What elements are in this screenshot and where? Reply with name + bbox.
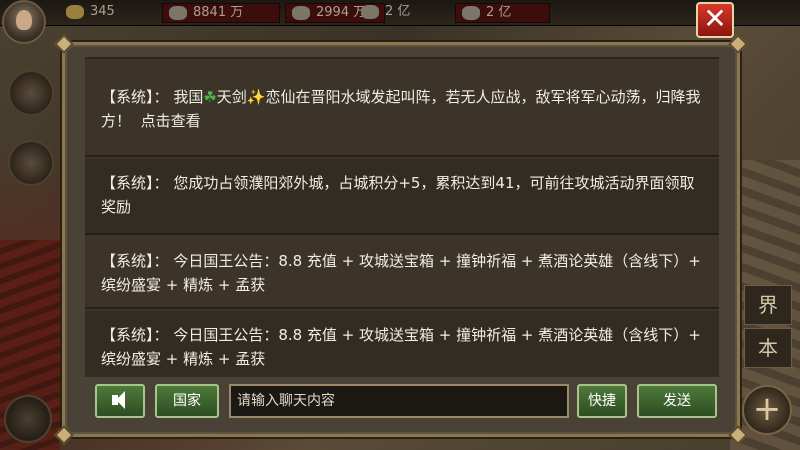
chat-message: 【系统】： 今日国王公告：8.8 充值 + 攻城送宝箱 + 撞钟祈福 + 煮酒论… [85, 237, 719, 309]
resource-troops: 2 亿 [455, 3, 550, 23]
chat-message-list[interactable]: 【系统】： 我国☘天剑✨恋仙在晋阳水域发起叫阵，若无人应战，敌军将军心动荡，归降… [85, 57, 719, 377]
plus-button[interactable]: + [742, 385, 792, 435]
resource-silver: 8841 万 [162, 3, 280, 23]
player-name: 天剑 [216, 88, 247, 106]
clover-icon: ☘ [203, 88, 217, 106]
troops-icon [462, 6, 480, 20]
resource-wood: 2 亿 [355, 3, 435, 23]
food-icon [292, 6, 310, 20]
message-separator: ： [153, 174, 169, 192]
silver-icon [169, 6, 187, 20]
close-button[interactable]: ✕ [696, 2, 734, 38]
chat-message: 【系统】： 我国☘天剑✨恋仙在晋阳水域发起叫阵，若无人应战，敌军将军心动荡，归降… [85, 73, 719, 157]
right-tag-ben[interactable]: 本 [744, 328, 792, 368]
message-text: 我国 [173, 88, 204, 106]
speaker-icon [110, 391, 130, 409]
side-quest-button[interactable] [8, 70, 54, 116]
message-tag: 【系统】 [101, 326, 154, 344]
sparkle-icon: ✨ [246, 88, 266, 106]
message-text: 今日国王公告：8.8 充值 + 攻城送宝箱 + 撞钟祈福 + 煮酒论英雄（含线下… [101, 252, 701, 294]
chat-message: 【系统】： 您成功占领濮阳郊外城，占城积分+5，累积达到41，可前往攻城活动界面… [85, 159, 719, 235]
side-shenji-button[interactable] [8, 140, 54, 186]
message-text: 今日国王公告：8.8 充值 + 攻城送宝箱 + 撞钟祈福 + 煮酒论英雄（含线下… [101, 326, 701, 368]
message-tag: 【系统】 [101, 174, 154, 192]
chat-bubble-icon[interactable] [4, 395, 52, 443]
chat-message: 【系统】： 今日国王公告：8.8 充值 + 攻城送宝箱 + 撞钟祈福 + 煮酒论… [85, 311, 719, 377]
message-separator: ： [153, 252, 169, 270]
chat-input[interactable] [229, 384, 569, 418]
quick-phrase-button[interactable]: 快捷 [577, 384, 627, 418]
chat-input-bar: 国家 快捷 发送 [85, 380, 719, 424]
view-link[interactable]: 点击查看 [141, 112, 201, 130]
wood-icon [361, 5, 379, 19]
channel-country-button[interactable]: 国家 [155, 384, 219, 418]
message-tag: 【系统】 [101, 88, 154, 106]
gold-ingot-icon [66, 5, 84, 19]
resource-level: 345 [60, 3, 155, 23]
chat-panel: 【系统】： 我国☘天剑✨恋仙在晋阳水域发起叫阵，若无人应战，敌军将军心动荡，归降… [54, 34, 748, 445]
send-button[interactable]: 发送 [637, 384, 717, 418]
message-text: 您成功占领濮阳郊外城，占城积分+5，累积达到41，可前往攻城活动界面领取奖励 [101, 174, 695, 216]
resource-bar: 345 8841 万 2994 万 2 亿 2 亿 [0, 0, 800, 26]
player-avatar[interactable] [2, 0, 46, 44]
message-separator: ： [153, 326, 169, 344]
message-separator: ： [153, 88, 169, 106]
voice-button[interactable] [95, 384, 145, 418]
message-tag: 【系统】 [101, 252, 154, 270]
right-tag-world[interactable]: 界 [744, 285, 792, 325]
